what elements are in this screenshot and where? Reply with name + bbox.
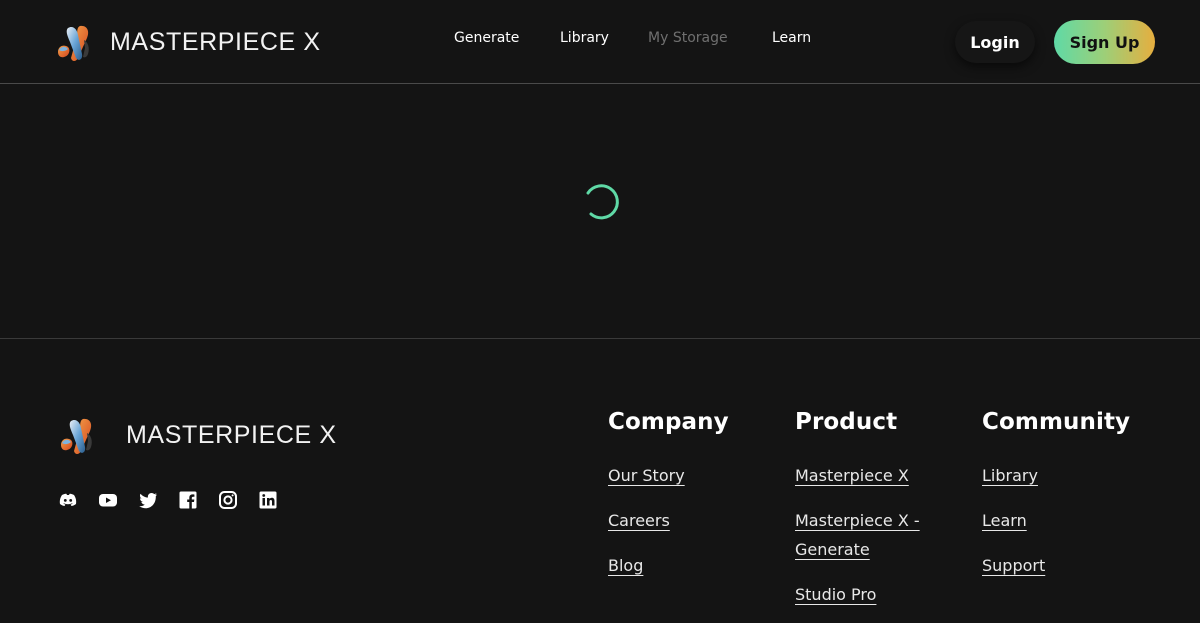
footer-heading-community: Community <box>982 409 1131 435</box>
footer-link-studio-pro[interactable]: Studio Pro <box>795 580 935 609</box>
footer-heading-company: Company <box>608 409 729 435</box>
social-links <box>58 490 278 510</box>
footer-link-blog[interactable]: Blog <box>608 551 729 580</box>
login-button[interactable]: Login <box>955 21 1035 63</box>
masterpiece-x-logo-icon <box>61 418 92 454</box>
instagram-icon[interactable] <box>218 490 238 510</box>
discord-icon[interactable] <box>58 490 78 510</box>
footer-column-company: Company Our Story Careers Blog <box>608 409 729 596</box>
facebook-icon[interactable] <box>178 490 198 510</box>
nav-library[interactable]: Library <box>560 30 609 46</box>
footer-logo[interactable]: MASTERPIECE X <box>56 413 337 457</box>
footer-link-masterpiece-x-generate[interactable]: Masterpiece X - Generate <box>795 506 935 564</box>
footer-link-our-story[interactable]: Our Story <box>608 461 729 490</box>
twitter-icon[interactable] <box>138 490 158 510</box>
footer-column-community: Community Library Learn Support <box>982 409 1130 596</box>
footer-column-product: Product Masterpiece X Masterpiece X - Ge… <box>795 409 935 623</box>
footer-brand-name: MASTERPIECE X <box>126 420 337 449</box>
footer-link-careers[interactable]: Careers <box>608 506 729 535</box>
footer-heading-product: Product <box>795 409 898 435</box>
youtube-icon[interactable] <box>98 490 118 510</box>
nav-generate[interactable]: Generate <box>454 30 519 46</box>
nav-my-storage[interactable]: My Storage <box>648 30 728 46</box>
site-header: MASTERPIECE X Generate Library My Storag… <box>0 0 1200 84</box>
main-content <box>0 85 1200 339</box>
nav-learn[interactable]: Learn <box>772 30 811 46</box>
footer-link-library[interactable]: Library <box>982 461 1130 490</box>
footer-link-masterpiece-x[interactable]: Masterpiece X <box>795 461 935 490</box>
site-footer: MASTERPIECE X Company Our Story Careers … <box>0 339 1200 623</box>
loading-spinner-icon <box>586 184 619 220</box>
footer-link-support[interactable]: Support <box>982 551 1130 580</box>
signup-button[interactable]: Sign Up <box>1054 20 1155 64</box>
footer-link-learn[interactable]: Learn <box>982 506 1130 535</box>
linkedin-icon[interactable] <box>258 490 278 510</box>
